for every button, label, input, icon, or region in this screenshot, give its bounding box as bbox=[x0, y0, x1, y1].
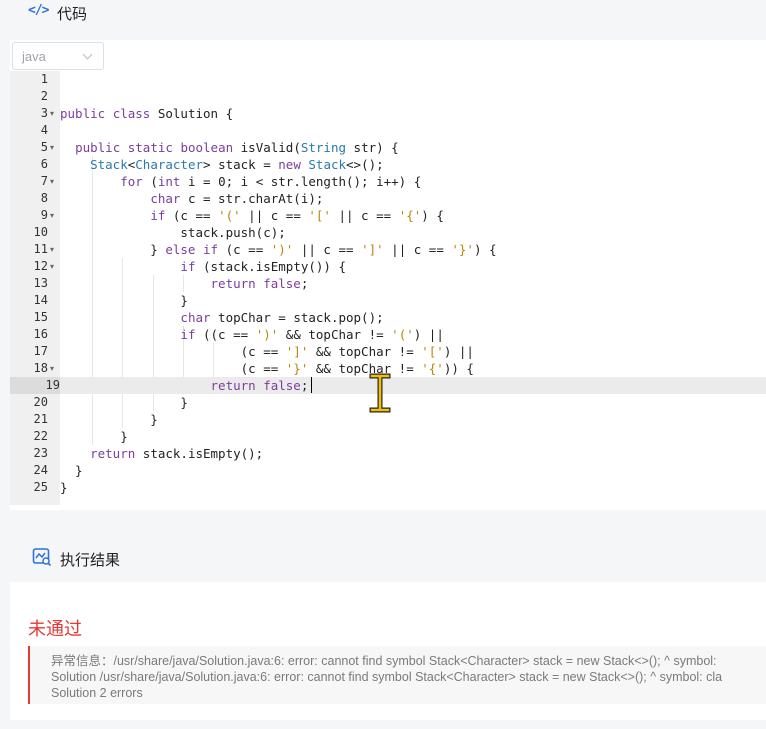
code-line[interactable]: } bbox=[60, 394, 766, 411]
line-number: 16 bbox=[33, 327, 48, 341]
code-section-title: 代码 bbox=[57, 5, 88, 23]
line-number: 11 bbox=[33, 242, 48, 256]
text-cursor-icon bbox=[369, 373, 391, 413]
code-line[interactable]: for (int i = 0; i < str.length(); i++) { bbox=[60, 173, 766, 190]
chevron-down-icon bbox=[82, 49, 93, 60]
error-message-box: 异常信息：/usr/share/java/Solution.java:6: er… bbox=[28, 646, 766, 704]
result-icon bbox=[32, 548, 52, 567]
code-line[interactable] bbox=[60, 71, 766, 88]
language-select-value: java bbox=[22, 49, 46, 64]
line-number: 22 bbox=[33, 429, 48, 443]
line-number: 15 bbox=[33, 310, 48, 324]
code-line[interactable]: public static boolean isValid(String str… bbox=[60, 139, 766, 156]
line-number: 13 bbox=[33, 276, 48, 290]
code-line[interactable] bbox=[60, 88, 766, 105]
error-line: 异常信息：/usr/share/java/Solution.java:6: er… bbox=[51, 654, 717, 668]
line-number: 19 bbox=[10, 377, 60, 394]
code-line[interactable]: (c == ']' && topChar != '[') || bbox=[60, 343, 766, 360]
line-number: 10 bbox=[33, 225, 48, 239]
line-number: 24 bbox=[33, 463, 48, 477]
fold-toggle-icon[interactable]: ▾ bbox=[50, 207, 58, 224]
code-line[interactable]: if (c == '(' || c == '[' || c == '{') { bbox=[60, 207, 766, 224]
code-editor-card: java 1 2 3 ▾ 4 5 ▾ 6 7 ▾ 8 9 ▾ 10 11 ▾ 12 ▾ 13 14 15 16 17 18 ▾ 1… bbox=[10, 40, 766, 510]
status-text: 未通过 bbox=[28, 619, 82, 640]
line-number: 23 bbox=[33, 446, 48, 460]
code-editor[interactable]: public class Solution { public static bo… bbox=[60, 71, 766, 505]
fold-toggle-icon[interactable]: ▾ bbox=[50, 173, 58, 190]
result-section-header: 执行结果 bbox=[10, 520, 766, 582]
code-line[interactable]: } bbox=[60, 462, 766, 479]
result-card: 执行结果 未通过 异常信息：/usr/share/java/Solution.j… bbox=[10, 520, 766, 720]
line-number: 6 bbox=[40, 157, 48, 171]
code-line[interactable]: return stack.isEmpty(); bbox=[60, 445, 766, 462]
code-line[interactable]: } bbox=[60, 428, 766, 445]
fold-toggle-icon[interactable]: ▾ bbox=[50, 105, 58, 122]
code-line[interactable]: } bbox=[60, 292, 766, 309]
code-line[interactable]: } bbox=[60, 411, 766, 428]
line-number: 2 bbox=[40, 89, 48, 103]
line-number: 7 bbox=[40, 174, 48, 188]
line-number: 25 bbox=[33, 480, 48, 494]
code-icon: </> bbox=[28, 3, 50, 18]
code-line[interactable]: Stack<Character> stack = new Stack<>(); bbox=[60, 156, 766, 173]
fold-toggle-icon[interactable]: ▾ bbox=[50, 360, 58, 377]
line-number: 3 bbox=[40, 106, 48, 120]
line-number-gutter: 1 2 3 ▾ 4 5 ▾ 6 7 ▾ 8 9 ▾ 10 11 ▾ 12 ▾ 13 14 15 16 17 18 ▾ 19 20 21… bbox=[10, 71, 60, 505]
line-number: 1 bbox=[40, 72, 48, 86]
code-line[interactable]: char topChar = stack.pop(); bbox=[60, 309, 766, 326]
code-line[interactable]: char c = str.charAt(i); bbox=[60, 190, 766, 207]
line-number: 8 bbox=[40, 191, 48, 205]
code-line[interactable]: return false; bbox=[60, 275, 766, 292]
text-caret bbox=[311, 377, 313, 393]
line-number: 5 bbox=[40, 140, 48, 154]
result-section-title: 执行结果 bbox=[60, 551, 121, 569]
code-line[interactable]: stack.push(c); bbox=[60, 224, 766, 241]
fold-toggle-icon[interactable]: ▾ bbox=[50, 241, 58, 258]
line-number: 20 bbox=[33, 395, 48, 409]
fold-toggle-icon[interactable]: ▾ bbox=[50, 139, 58, 156]
fold-toggle-icon[interactable]: ▾ bbox=[50, 258, 58, 275]
line-number: 17 bbox=[33, 344, 48, 358]
line-number: 12 bbox=[33, 259, 48, 273]
line-number: 21 bbox=[33, 412, 48, 426]
line-number: 9 bbox=[40, 208, 48, 222]
code-line[interactable]: if (stack.isEmpty()) { bbox=[60, 258, 766, 275]
code-section-header: </> 代码 bbox=[0, 0, 766, 34]
error-line: Solution /usr/share/java/Solution.java:6… bbox=[51, 670, 723, 684]
line-number: 14 bbox=[33, 293, 48, 307]
error-line: Solution 2 errors bbox=[51, 686, 143, 700]
code-line[interactable]: if ((c == ')' && topChar != '(') || bbox=[60, 326, 766, 343]
code-line[interactable]: return false; bbox=[60, 377, 766, 394]
code-line[interactable]: (c == '}' && topChar != '{')) { bbox=[60, 360, 766, 377]
code-line[interactable]: } else if (c == ')' || c == ']' || c == … bbox=[60, 241, 766, 258]
code-line[interactable]: public class Solution { bbox=[60, 105, 766, 122]
line-number: 4 bbox=[40, 123, 48, 137]
code-line[interactable] bbox=[60, 122, 766, 139]
code-line[interactable]: } bbox=[60, 479, 766, 496]
language-select[interactable]: java bbox=[12, 42, 104, 70]
line-number: 18 bbox=[33, 361, 48, 375]
